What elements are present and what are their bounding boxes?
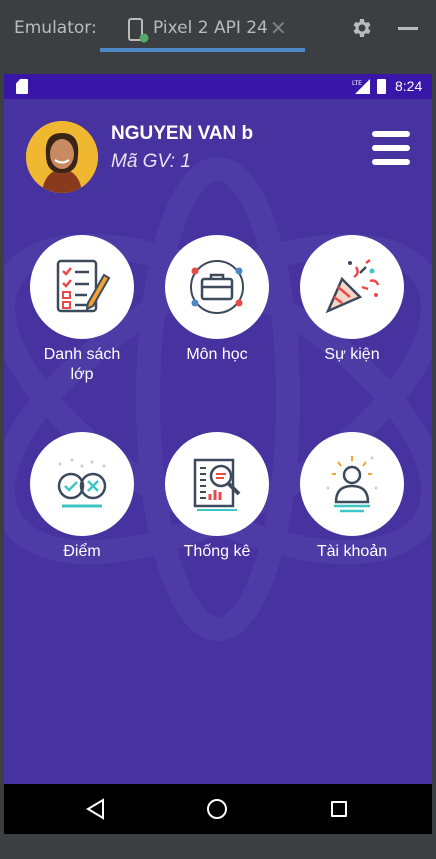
tile-label: Sự kiện [324, 346, 380, 363]
tile-label: Danh sách lớp [43, 346, 121, 383]
tile-subjects[interactable]: Môn học [152, 235, 282, 365]
lte-signal-icon: LTE [352, 79, 370, 94]
emulator-tab-label: Pixel 2 API 24 [153, 18, 268, 38]
battery-icon [377, 79, 386, 94]
device-phone-icon [128, 18, 149, 43]
device-frame-right [432, 74, 436, 834]
tile-label: Tài khoản [316, 543, 388, 560]
tile-class-list[interactable]: Danh sách lớp [17, 235, 147, 385]
status-time: 8:24 [395, 78, 423, 94]
account-icon [326, 456, 378, 513]
avatar-photo [26, 121, 98, 193]
tile-grades[interactable]: Điểm [17, 432, 147, 562]
party-popper-icon [325, 259, 380, 314]
android-status-bar: LTE 8:24 [4, 74, 432, 99]
gear-icon[interactable] [350, 16, 374, 40]
statistics-icon [193, 458, 241, 511]
tile-label: Điểm [63, 543, 101, 560]
tile-icon-circle [300, 432, 404, 536]
avatar[interactable] [26, 121, 98, 193]
emulator-toolbar: Emulator: Pixel 2 API 24 ✕ [0, 0, 436, 52]
grades-icon [57, 458, 107, 508]
teacher-code: Mã GV: 1 [111, 151, 191, 172]
app-home-screen: NGUYEN VAN b Mã GV: 1 Danh sách lớp Môn … [4, 99, 432, 784]
emulator-bottom-frame [0, 834, 436, 859]
android-navigation-bar [4, 784, 432, 834]
tile-account[interactable]: Tài khoản [287, 432, 417, 562]
tab-close-icon[interactable]: ✕ [270, 16, 287, 40]
tile-icon-circle [165, 235, 269, 339]
tile-icon-circle [30, 235, 134, 339]
emulator-gap [0, 52, 436, 74]
checklist-icon [56, 259, 111, 313]
minimize-icon[interactable] [398, 27, 418, 30]
tile-icon-circle [30, 432, 134, 536]
briefcase-icon [190, 260, 244, 314]
back-icon[interactable] [86, 798, 106, 820]
tile-label: Thống kê [183, 543, 251, 560]
tile-icon-circle [165, 432, 269, 536]
tile-events[interactable]: Sự kiện [287, 235, 417, 365]
user-name: NGUYEN VAN b [111, 123, 254, 144]
svg-text:LTE: LTE [352, 80, 362, 87]
emulator-label: Emulator: [14, 18, 97, 38]
emulator-device-tab[interactable]: Pixel 2 API 24 ✕ [100, 8, 305, 52]
tile-statistics[interactable]: Thống kê [152, 432, 282, 562]
hamburger-menu-icon[interactable] [370, 129, 412, 167]
tile-icon-circle [300, 235, 404, 339]
recents-icon[interactable] [331, 801, 347, 817]
home-icon[interactable] [207, 799, 227, 819]
sd-card-icon [16, 79, 28, 94]
tile-label: Môn học [186, 346, 248, 363]
